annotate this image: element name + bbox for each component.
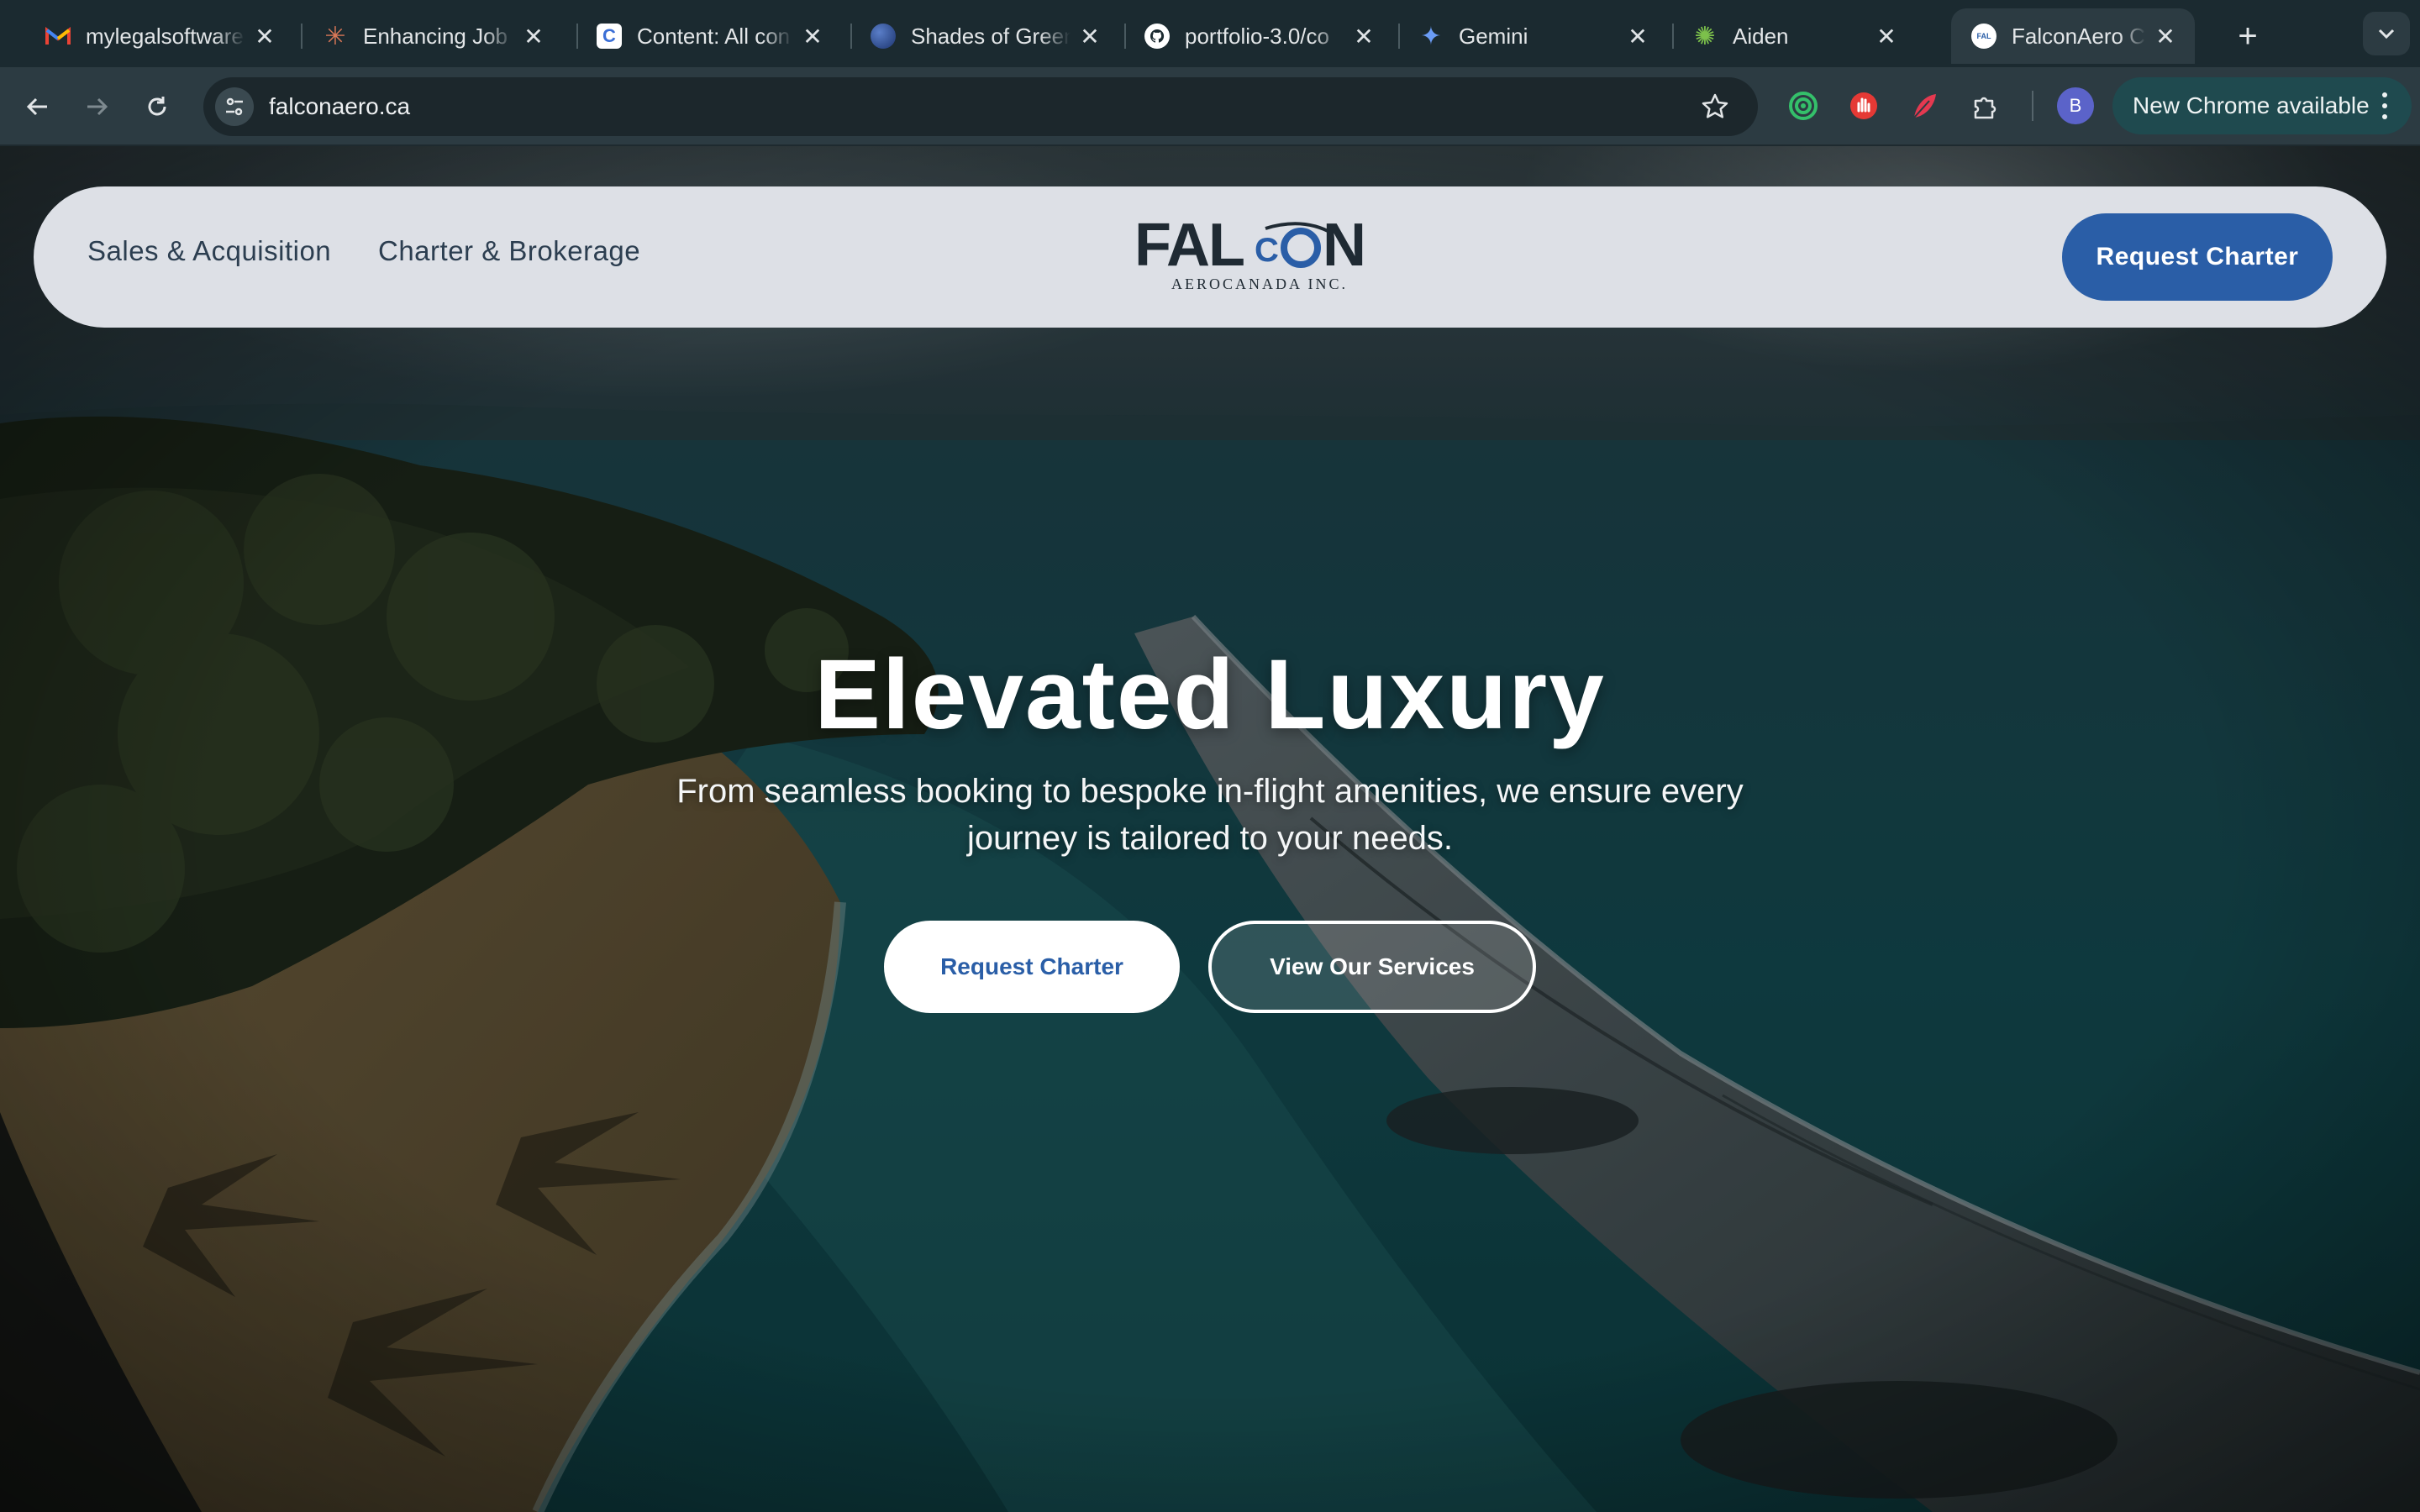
- close-icon[interactable]: ✕: [1874, 24, 1899, 50]
- close-icon[interactable]: ✕: [521, 24, 546, 50]
- reload-icon: [148, 97, 166, 116]
- tab-strip: mylegalsoftware ✕ ✳ Enhancing Job S ✕ C …: [0, 0, 2420, 67]
- nav-link-charter-brokerage[interactable]: Charter & Brokerage: [378, 235, 640, 267]
- gmail-icon: [45, 24, 71, 49]
- tab-portfolio[interactable]: portfolio-3.0/co ✕: [1124, 8, 1393, 64]
- falcon-logo[interactable]: FAL C N AEROCANADA INC.: [1131, 212, 1383, 297]
- close-icon[interactable]: ✕: [1077, 24, 1102, 50]
- chrome-update-button[interactable]: New Chrome available: [2112, 77, 2412, 134]
- tab-title: mylegalsoftware: [86, 23, 244, 49]
- hero-subtitle: From seamless booking to bespoke in-flig…: [676, 773, 1744, 857]
- tab-enhancing-job[interactable]: ✳ Enhancing Job S ✕: [302, 8, 563, 64]
- github-icon: [1144, 24, 1170, 49]
- svg-text:AEROCANADA INC.: AEROCANADA INC.: [1171, 276, 1348, 292]
- request-charter-nav-button[interactable]: Request Charter: [2062, 213, 2333, 301]
- chevron-down-icon: [2378, 29, 2395, 39]
- address-bar[interactable]: falconaero.ca: [203, 77, 1758, 136]
- tab-gemini[interactable]: ✦ Gemini ✕: [1398, 8, 1667, 64]
- svg-text:N: N: [1323, 222, 1366, 279]
- tab-search-button[interactable]: [2363, 12, 2410, 55]
- claude-icon: ✳: [324, 22, 346, 50]
- toolbar-divider: [2032, 91, 2033, 121]
- tab-aiden[interactable]: ✺ Aiden ✕: [1672, 8, 1916, 64]
- reload-button[interactable]: [136, 86, 178, 128]
- arrow-right-icon: [87, 97, 108, 116]
- close-icon[interactable]: ✕: [800, 24, 825, 50]
- tab-title: portfolio-3.0/co: [1185, 23, 1329, 49]
- site-info-button[interactable]: [215, 87, 254, 126]
- nav-link-sales-acquisition[interactable]: Sales & Acquisition: [87, 235, 331, 267]
- tab-title: Shades of Green: [911, 23, 1071, 49]
- tab-title: Enhancing Job S: [363, 23, 514, 49]
- tab-gmail[interactable]: mylegalsoftware ✕: [25, 8, 294, 64]
- arrow-left-icon: [26, 97, 47, 116]
- back-button[interactable]: [17, 86, 59, 128]
- kebab-menu-icon[interactable]: [2380, 89, 2390, 123]
- content-app-icon: C: [597, 24, 622, 49]
- view-services-button[interactable]: View Our Services: [1208, 921, 1536, 1013]
- close-icon[interactable]: ✕: [2153, 24, 2178, 50]
- aiden-icon: ✺: [1694, 22, 1716, 50]
- hero-title: Elevated Luxury: [814, 639, 1606, 750]
- extensions-puzzle-icon[interactable]: [1966, 87, 2003, 124]
- extension-hand-icon[interactable]: [1845, 87, 1882, 124]
- url-text[interactable]: falconaero.ca: [269, 93, 410, 120]
- falcon-favicon-icon: FAL: [1971, 24, 1996, 49]
- close-icon[interactable]: ✕: [1351, 24, 1376, 50]
- extension-target-icon[interactable]: [1785, 87, 1822, 124]
- close-icon[interactable]: ✕: [252, 24, 277, 50]
- site-navbar: Sales & Acquisition Charter & Brokerage …: [34, 186, 2386, 328]
- new-tab-button[interactable]: +: [2227, 15, 2269, 57]
- profile-avatar[interactable]: B: [2057, 87, 2094, 124]
- tab-falconaero[interactable]: FAL FalconAero Cana ✕: [1951, 8, 2195, 64]
- tab-title: Aiden: [1733, 23, 1789, 49]
- request-charter-hero-button[interactable]: Request Charter: [884, 921, 1180, 1013]
- tune-icon: [226, 97, 243, 116]
- forward-button[interactable]: [76, 86, 118, 128]
- update-label: New Chrome available: [2133, 92, 2370, 118]
- bookmark-star-icon[interactable]: [1697, 89, 1733, 124]
- tab-content[interactable]: C Content: All con ✕: [576, 8, 842, 64]
- globe-icon: [871, 24, 896, 49]
- tab-title: FalconAero Cana: [2012, 23, 2146, 49]
- close-icon[interactable]: ✕: [1625, 24, 1650, 50]
- svg-text:FAL: FAL: [1134, 222, 1244, 279]
- extension-feather-icon[interactable]: [1906, 87, 1943, 124]
- gemini-icon: ✦: [1420, 22, 1442, 50]
- tab-title: Gemini: [1459, 23, 1528, 49]
- tab-title: Content: All con: [637, 23, 791, 49]
- page-viewport: Sales & Acquisition Charter & Brokerage …: [0, 146, 2420, 1512]
- tab-shades-of-green[interactable]: Shades of Green ✕: [850, 8, 1119, 64]
- svg-text:C: C: [1255, 232, 1279, 269]
